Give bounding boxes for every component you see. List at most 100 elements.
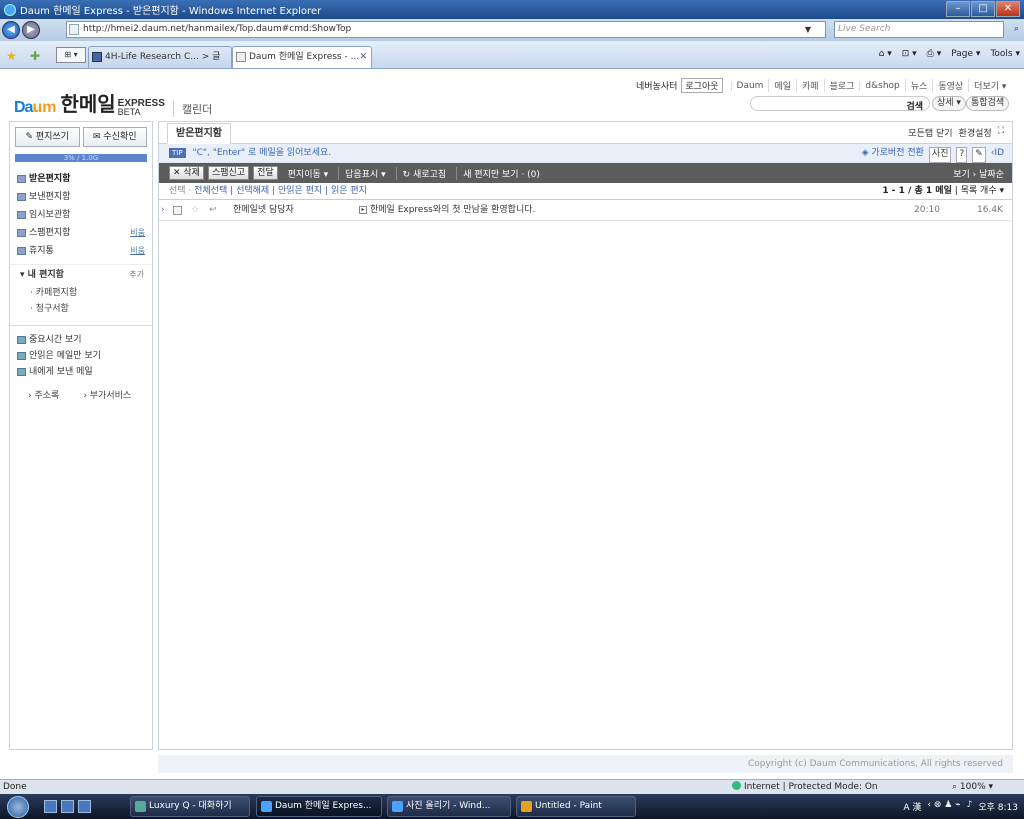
close-all-tabs-link[interactable]: 모든탭 닫기 xyxy=(908,126,952,139)
mail-sender[interactable]: 한메일넷 담당자 xyxy=(233,200,294,221)
sidebar-item-cafe[interactable]: · 카페편지함 xyxy=(10,285,152,301)
fullscreen-icon[interactable]: ⛶ xyxy=(998,126,1004,139)
self-mail-link[interactable]: 내에게 보낸 메일 xyxy=(10,364,152,380)
preview-icon[interactable]: ▸ xyxy=(359,206,367,214)
unread-mail-link[interactable]: 안읽은 메일만 보기 xyxy=(10,348,152,364)
close-window-button[interactable]: ✕ xyxy=(996,1,1020,17)
edit-button[interactable]: ✎ xyxy=(972,147,986,163)
refresh-button[interactable]: ↻ 새로고침 xyxy=(395,166,453,180)
table-row[interactable]: › ☆ ↩ 한메일넷 담당자 ▸ 한메일 Express와의 첫 만남을 환영합… xyxy=(159,200,1012,221)
star-toggle-icon[interactable]: ☆ xyxy=(191,200,199,221)
feeds-icon[interactable]: ⊡ ▾ xyxy=(902,49,917,59)
hanmail-logo[interactable]: Da um 한메일 EXPRESS BETA 캘린더 xyxy=(14,88,212,117)
minimize-button[interactable]: – xyxy=(946,1,970,17)
back-button[interactable]: ◀ xyxy=(2,21,20,39)
maximize-button[interactable]: □ xyxy=(971,1,995,17)
deselect-link[interactable]: 선택해제 xyxy=(236,186,269,196)
important-mail-link[interactable]: 중요시간 보기 xyxy=(10,332,152,348)
tab-research[interactable]: 4H-Life Research C... > 글 xyxy=(88,46,232,68)
print-icon[interactable]: ⎙ ▾ xyxy=(927,49,942,59)
tools-menu[interactable]: Tools ▾ xyxy=(990,49,1020,59)
tab-favicon-icon xyxy=(92,52,102,62)
sidebar-item-bills[interactable]: · 청구서함 xyxy=(10,301,152,317)
mail-search-input[interactable]: 검색 xyxy=(750,96,930,112)
volume-icon[interactable]: ♪ xyxy=(967,800,973,813)
quota-bar: 3% / 1.0G xyxy=(15,154,147,162)
ime-icon[interactable]: A 漢 xyxy=(903,800,921,813)
tab-inbox[interactable]: 받은편지함 xyxy=(167,123,231,144)
task-photo-upload[interactable]: 사진 올리기 - Wind... xyxy=(387,796,511,817)
task-paint[interactable]: Untitled - Paint xyxy=(516,796,636,817)
read-filter-link[interactable]: 읽은 편지 xyxy=(331,186,367,196)
mark-dropdown[interactable]: 답음표시 ▾ xyxy=(338,166,392,180)
empty-trash-link[interactable]: 비움 xyxy=(130,242,145,260)
select-label: 선택 · xyxy=(169,186,192,196)
tab-daum-mail[interactable]: Daum 한메일 Express - ... ✕ xyxy=(232,46,372,68)
address-book-link[interactable]: › 주소록 xyxy=(28,388,59,401)
ie-icon xyxy=(392,801,403,812)
detail-search-button[interactable]: 상세 ▾ xyxy=(932,96,966,111)
expand-icon[interactable]: › xyxy=(161,200,165,221)
security-zone[interactable]: Internet | Protected Mode: On xyxy=(732,780,878,794)
delete-button[interactable]: ✕ 삭제 xyxy=(169,166,204,180)
move-dropdown[interactable]: 편지이동 ▾ xyxy=(282,167,335,180)
my-folders-header[interactable]: ▾ 내 편지함 추가 xyxy=(10,265,152,285)
ie-quicklaunch-icon[interactable] xyxy=(78,800,91,813)
gnb-item[interactable]: 블로그 xyxy=(823,79,860,92)
search-button[interactable]: 검색 xyxy=(906,99,923,112)
select-all-link[interactable]: 전체선택 xyxy=(194,186,227,196)
home-icon[interactable]: ⌂ ▾ xyxy=(879,49,892,59)
sort-dropdown[interactable]: 보기 › 날짜순 xyxy=(953,167,1004,180)
gnb-item[interactable]: Daum xyxy=(730,80,769,91)
spam-report-button[interactable]: 스팸신고 xyxy=(207,166,250,180)
more-dropdown[interactable]: 더보기 ▾ xyxy=(968,79,1011,92)
url-field[interactable]: http://hmei2.daum.net/hanmailex/Top.daum… xyxy=(66,21,869,38)
gnb-item[interactable]: 카페 xyxy=(796,79,824,92)
settings-link[interactable]: 환경설정 xyxy=(959,126,992,139)
start-button[interactable] xyxy=(0,794,36,819)
calendar-link[interactable]: 캘린더 xyxy=(172,101,212,117)
write-mail-button[interactable]: ✎ 편지쓰기 xyxy=(15,127,80,147)
switch-windows-icon[interactable] xyxy=(61,800,74,813)
page-menu[interactable]: Page ▾ xyxy=(951,49,980,59)
gnb-item[interactable]: 메일 xyxy=(768,79,796,92)
logout-button[interactable]: 로그아웃 xyxy=(681,78,723,93)
forward-button[interactable]: 전달 xyxy=(253,166,278,180)
sidebar-item-inbox[interactable]: 받은편지함 xyxy=(10,170,152,188)
photo-button[interactable]: 사진 xyxy=(928,147,952,163)
favorites-star-icon[interactable]: ★ xyxy=(6,49,17,63)
sidebar-item-drafts[interactable]: 임시보관함 xyxy=(10,206,152,224)
zoom-control[interactable]: ⌕ 100% ▾ xyxy=(952,780,993,794)
sidebar-item-sent[interactable]: 보낸편지함 xyxy=(10,188,152,206)
tray-icons[interactable]: ‹ ⊗ ♟ ⌁ xyxy=(927,800,960,813)
forward-button[interactable]: ▶ xyxy=(22,21,40,39)
clock[interactable]: 오후 8:13 xyxy=(978,800,1018,813)
receive-check-button[interactable]: ✉ 수신확인 xyxy=(82,127,147,147)
list-size-dropdown[interactable]: 목록 개수 ▾ xyxy=(961,186,1004,196)
empty-spam-link[interactable]: 비움 xyxy=(130,224,145,242)
quick-tabs-button[interactable]: ⊞ ▾ xyxy=(56,47,86,63)
mail-checkbox[interactable] xyxy=(173,206,182,215)
prev-id-link[interactable]: ‹ID xyxy=(991,144,1004,163)
total-search-button[interactable]: 통합검색 xyxy=(966,96,1010,111)
close-tab-icon[interactable]: ✕ xyxy=(359,47,367,67)
add-folder-link[interactable]: 추가 xyxy=(129,265,144,285)
show-desktop-icon[interactable] xyxy=(44,800,57,813)
search-icon[interactable]: ⌕ xyxy=(1014,22,1019,37)
unread-filter-link[interactable]: 안읽은 편지 xyxy=(278,186,322,196)
sidebar-item-trash[interactable]: 휴지통 비움 xyxy=(10,242,152,260)
task-daum-mail[interactable]: Daum 한메일 Expres... xyxy=(256,796,382,817)
sidebar-item-spam[interactable]: 스팸편지함 비움 xyxy=(10,224,152,242)
extra-services-link[interactable]: › 부가서비스 xyxy=(83,388,131,401)
add-favorites-icon[interactable]: ✚ xyxy=(30,49,40,63)
unread-only-toggle[interactable]: 새 편지만 보기 · (0) xyxy=(456,166,546,180)
mail-subject[interactable]: 한메일 Express와의 첫 만남을 환영합니다. xyxy=(370,200,535,221)
url-dropdown-icon[interactable]: ▼ xyxy=(805,22,811,37)
help-button[interactable]: ? xyxy=(956,147,968,163)
gnb-item[interactable]: d&shop xyxy=(859,80,904,91)
gnb-item[interactable]: 동영상 xyxy=(932,79,968,92)
gnb-item[interactable]: 뉴스 xyxy=(904,79,933,92)
horizontal-view-toggle[interactable]: ◈ 가로버전 전환 xyxy=(862,144,924,163)
live-search-input[interactable]: Live Search ⌕ xyxy=(834,21,1019,38)
task-messenger[interactable]: Luxury Q - 대화하기 xyxy=(130,796,250,817)
